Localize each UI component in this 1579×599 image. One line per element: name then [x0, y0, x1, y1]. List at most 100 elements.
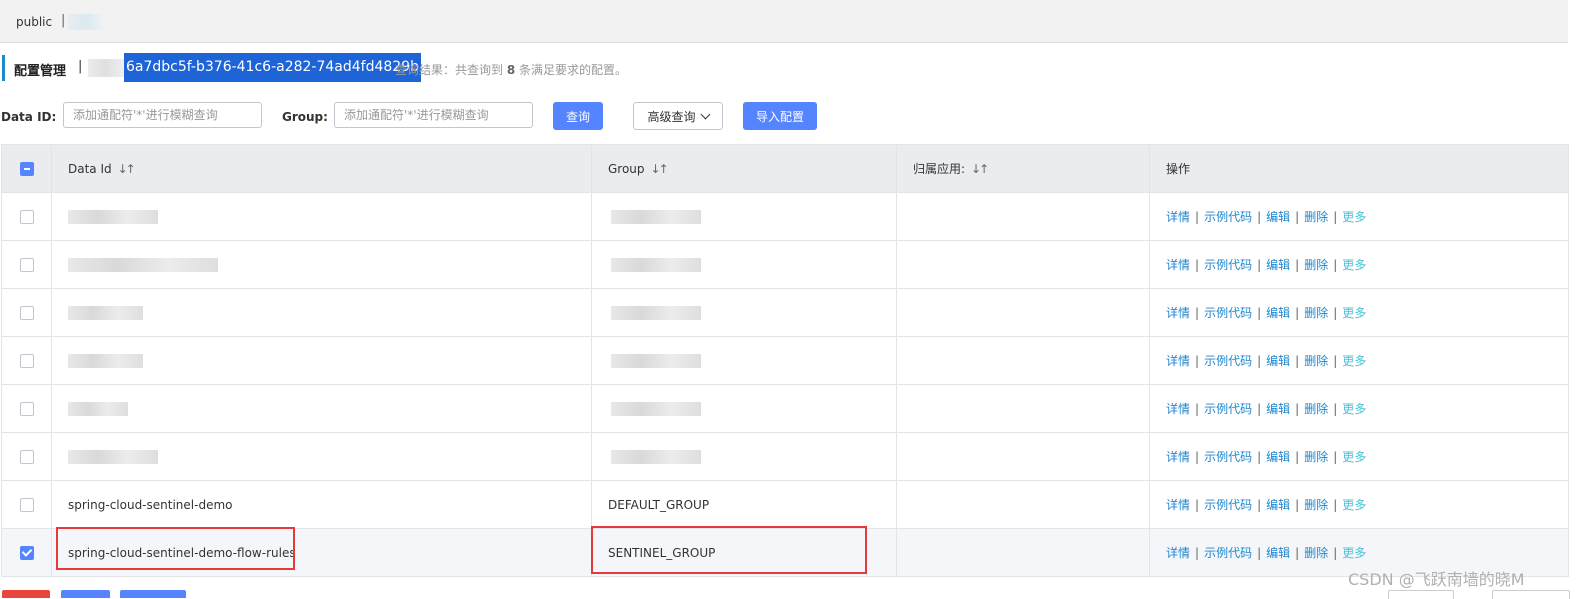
more-link[interactable]: 更多	[1342, 258, 1366, 272]
delete-link[interactable]: 删除	[1304, 402, 1328, 416]
operation-separator: |	[1257, 354, 1262, 368]
delete-link[interactable]: 删除	[1304, 498, 1328, 512]
sample-code-link[interactable]: 示例代码	[1204, 450, 1252, 464]
import-config-button[interactable]: 导入配置	[743, 102, 817, 130]
row-checkbox[interactable]	[19, 545, 34, 560]
column-header-app[interactable]: 归属应用: ↓↑	[896, 144, 1150, 193]
row-checkbox[interactable]	[19, 257, 34, 272]
operation-separator: |	[1333, 498, 1338, 512]
cell-operations: 详情 | 示例代码 | 编辑 | 删除 | 更多	[1149, 336, 1569, 385]
query-button[interactable]: 查询	[553, 102, 603, 130]
table-row[interactable]: 详情 | 示例代码 | 编辑 | 删除 | 更多	[1, 192, 1569, 241]
cell-operations: 详情 | 示例代码 | 编辑 | 删除 | 更多	[1149, 480, 1569, 529]
operation-separator: |	[1195, 354, 1200, 368]
row-checkbox[interactable]	[19, 401, 34, 416]
edit-link[interactable]: 编辑	[1266, 258, 1290, 272]
cell-operations: 详情 | 示例代码 | 编辑 | 删除 | 更多	[1149, 288, 1569, 337]
title-accent-bar	[2, 55, 5, 81]
select-all-cell	[1, 144, 52, 193]
row-checkbox[interactable]	[19, 305, 34, 320]
operation-separator: |	[1257, 450, 1262, 464]
table-row[interactable]: 详情 | 示例代码 | 编辑 | 删除 | 更多	[1, 384, 1569, 433]
cell-operations: 详情 | 示例代码 | 编辑 | 删除 | 更多	[1149, 192, 1569, 241]
detail-link[interactable]: 详情	[1166, 306, 1190, 320]
sample-code-link[interactable]: 示例代码	[1204, 402, 1252, 416]
sample-code-link[interactable]: 示例代码	[1204, 354, 1252, 368]
detail-link[interactable]: 详情	[1166, 546, 1190, 560]
operation-separator: |	[1295, 450, 1300, 464]
column-header-data-id[interactable]: Data Id ↓↑	[51, 144, 592, 193]
sort-icon[interactable]: ↓↑	[971, 162, 989, 176]
bulk-delete-button[interactable]	[2, 590, 50, 598]
more-link[interactable]: 更多	[1342, 354, 1366, 368]
select-all-checkbox[interactable]	[19, 161, 34, 176]
advanced-query-button[interactable]: 高级查询	[633, 102, 723, 130]
sort-icon[interactable]: ↓↑	[118, 162, 136, 176]
operation-separator: |	[1333, 450, 1338, 464]
data-id-search-input[interactable]	[63, 102, 262, 128]
operation-separator: |	[1333, 258, 1338, 272]
bulk-export-button[interactable]	[61, 590, 110, 598]
detail-link[interactable]: 详情	[1166, 498, 1190, 512]
more-link[interactable]: 更多	[1342, 210, 1366, 224]
sample-code-link[interactable]: 示例代码	[1204, 210, 1252, 224]
cell-operations: 详情 | 示例代码 | 编辑 | 删除 | 更多	[1149, 384, 1569, 433]
edit-link[interactable]: 编辑	[1266, 450, 1290, 464]
group-text: DEFAULT_GROUP	[608, 497, 710, 512]
table-row[interactable]: 详情 | 示例代码 | 编辑 | 删除 | 更多	[1, 288, 1569, 337]
cell-data-id	[51, 432, 592, 481]
sample-code-link[interactable]: 示例代码	[1204, 498, 1252, 512]
table-row[interactable]: spring-cloud-sentinel-demo-flow-rules SEN…	[1, 528, 1569, 577]
detail-link[interactable]: 详情	[1166, 354, 1190, 368]
more-link[interactable]: 更多	[1342, 450, 1366, 464]
column-header-group[interactable]: Group ↓↑	[591, 144, 897, 193]
sample-code-link[interactable]: 示例代码	[1204, 546, 1252, 560]
more-link[interactable]: 更多	[1342, 306, 1366, 320]
row-checkbox[interactable]	[19, 353, 34, 368]
delete-link[interactable]: 删除	[1304, 354, 1328, 368]
detail-link[interactable]: 详情	[1166, 450, 1190, 464]
operation-separator: |	[1257, 546, 1262, 560]
edit-link[interactable]: 编辑	[1266, 402, 1290, 416]
sample-code-link[interactable]: 示例代码	[1204, 306, 1252, 320]
delete-link[interactable]: 删除	[1304, 210, 1328, 224]
table-row[interactable]: 详情 | 示例代码 | 编辑 | 删除 | 更多	[1, 432, 1569, 481]
table-row[interactable]: 详情 | 示例代码 | 编辑 | 删除 | 更多	[1, 240, 1569, 289]
redacted-data-id	[68, 305, 143, 320]
row-checkbox[interactable]	[19, 209, 34, 224]
row-select-cell	[1, 528, 52, 577]
edit-link[interactable]: 编辑	[1266, 498, 1290, 512]
detail-link[interactable]: 详情	[1166, 210, 1190, 224]
operation-separator: |	[1333, 402, 1338, 416]
operation-separator: |	[1195, 210, 1200, 224]
row-select-cell	[1, 240, 52, 289]
table-row[interactable]: spring-cloud-sentinel-demo DEFAULT_GROUP 详…	[1, 480, 1569, 529]
group-search-input[interactable]	[334, 102, 533, 128]
edit-link[interactable]: 编辑	[1266, 354, 1290, 368]
edit-link[interactable]: 编辑	[1266, 210, 1290, 224]
bulk-clone-button[interactable]	[120, 590, 186, 598]
redacted-data-id	[68, 449, 158, 464]
detail-link[interactable]: 详情	[1166, 258, 1190, 272]
edit-link[interactable]: 编辑	[1266, 306, 1290, 320]
operation-separator: |	[1295, 546, 1300, 560]
delete-link[interactable]: 删除	[1304, 258, 1328, 272]
more-link[interactable]: 更多	[1342, 498, 1366, 512]
cell-app	[896, 192, 1150, 241]
delete-link[interactable]: 删除	[1304, 306, 1328, 320]
row-checkbox[interactable]	[19, 497, 34, 512]
delete-link[interactable]: 删除	[1304, 450, 1328, 464]
more-link[interactable]: 更多	[1342, 546, 1366, 560]
namespace-public-tab[interactable]: public	[16, 15, 52, 29]
sample-code-link[interactable]: 示例代码	[1204, 258, 1252, 272]
sort-icon[interactable]: ↓↑	[651, 162, 669, 176]
edit-link[interactable]: 编辑	[1266, 546, 1290, 560]
row-checkbox[interactable]	[19, 449, 34, 464]
table-row[interactable]: 详情 | 示例代码 | 编辑 | 删除 | 更多	[1, 336, 1569, 385]
redacted-group	[611, 257, 701, 272]
more-link[interactable]: 更多	[1342, 402, 1366, 416]
delete-link[interactable]: 删除	[1304, 546, 1328, 560]
namespace-redacted-tab[interactable]	[68, 14, 104, 30]
detail-link[interactable]: 详情	[1166, 402, 1190, 416]
cell-group	[591, 192, 897, 241]
